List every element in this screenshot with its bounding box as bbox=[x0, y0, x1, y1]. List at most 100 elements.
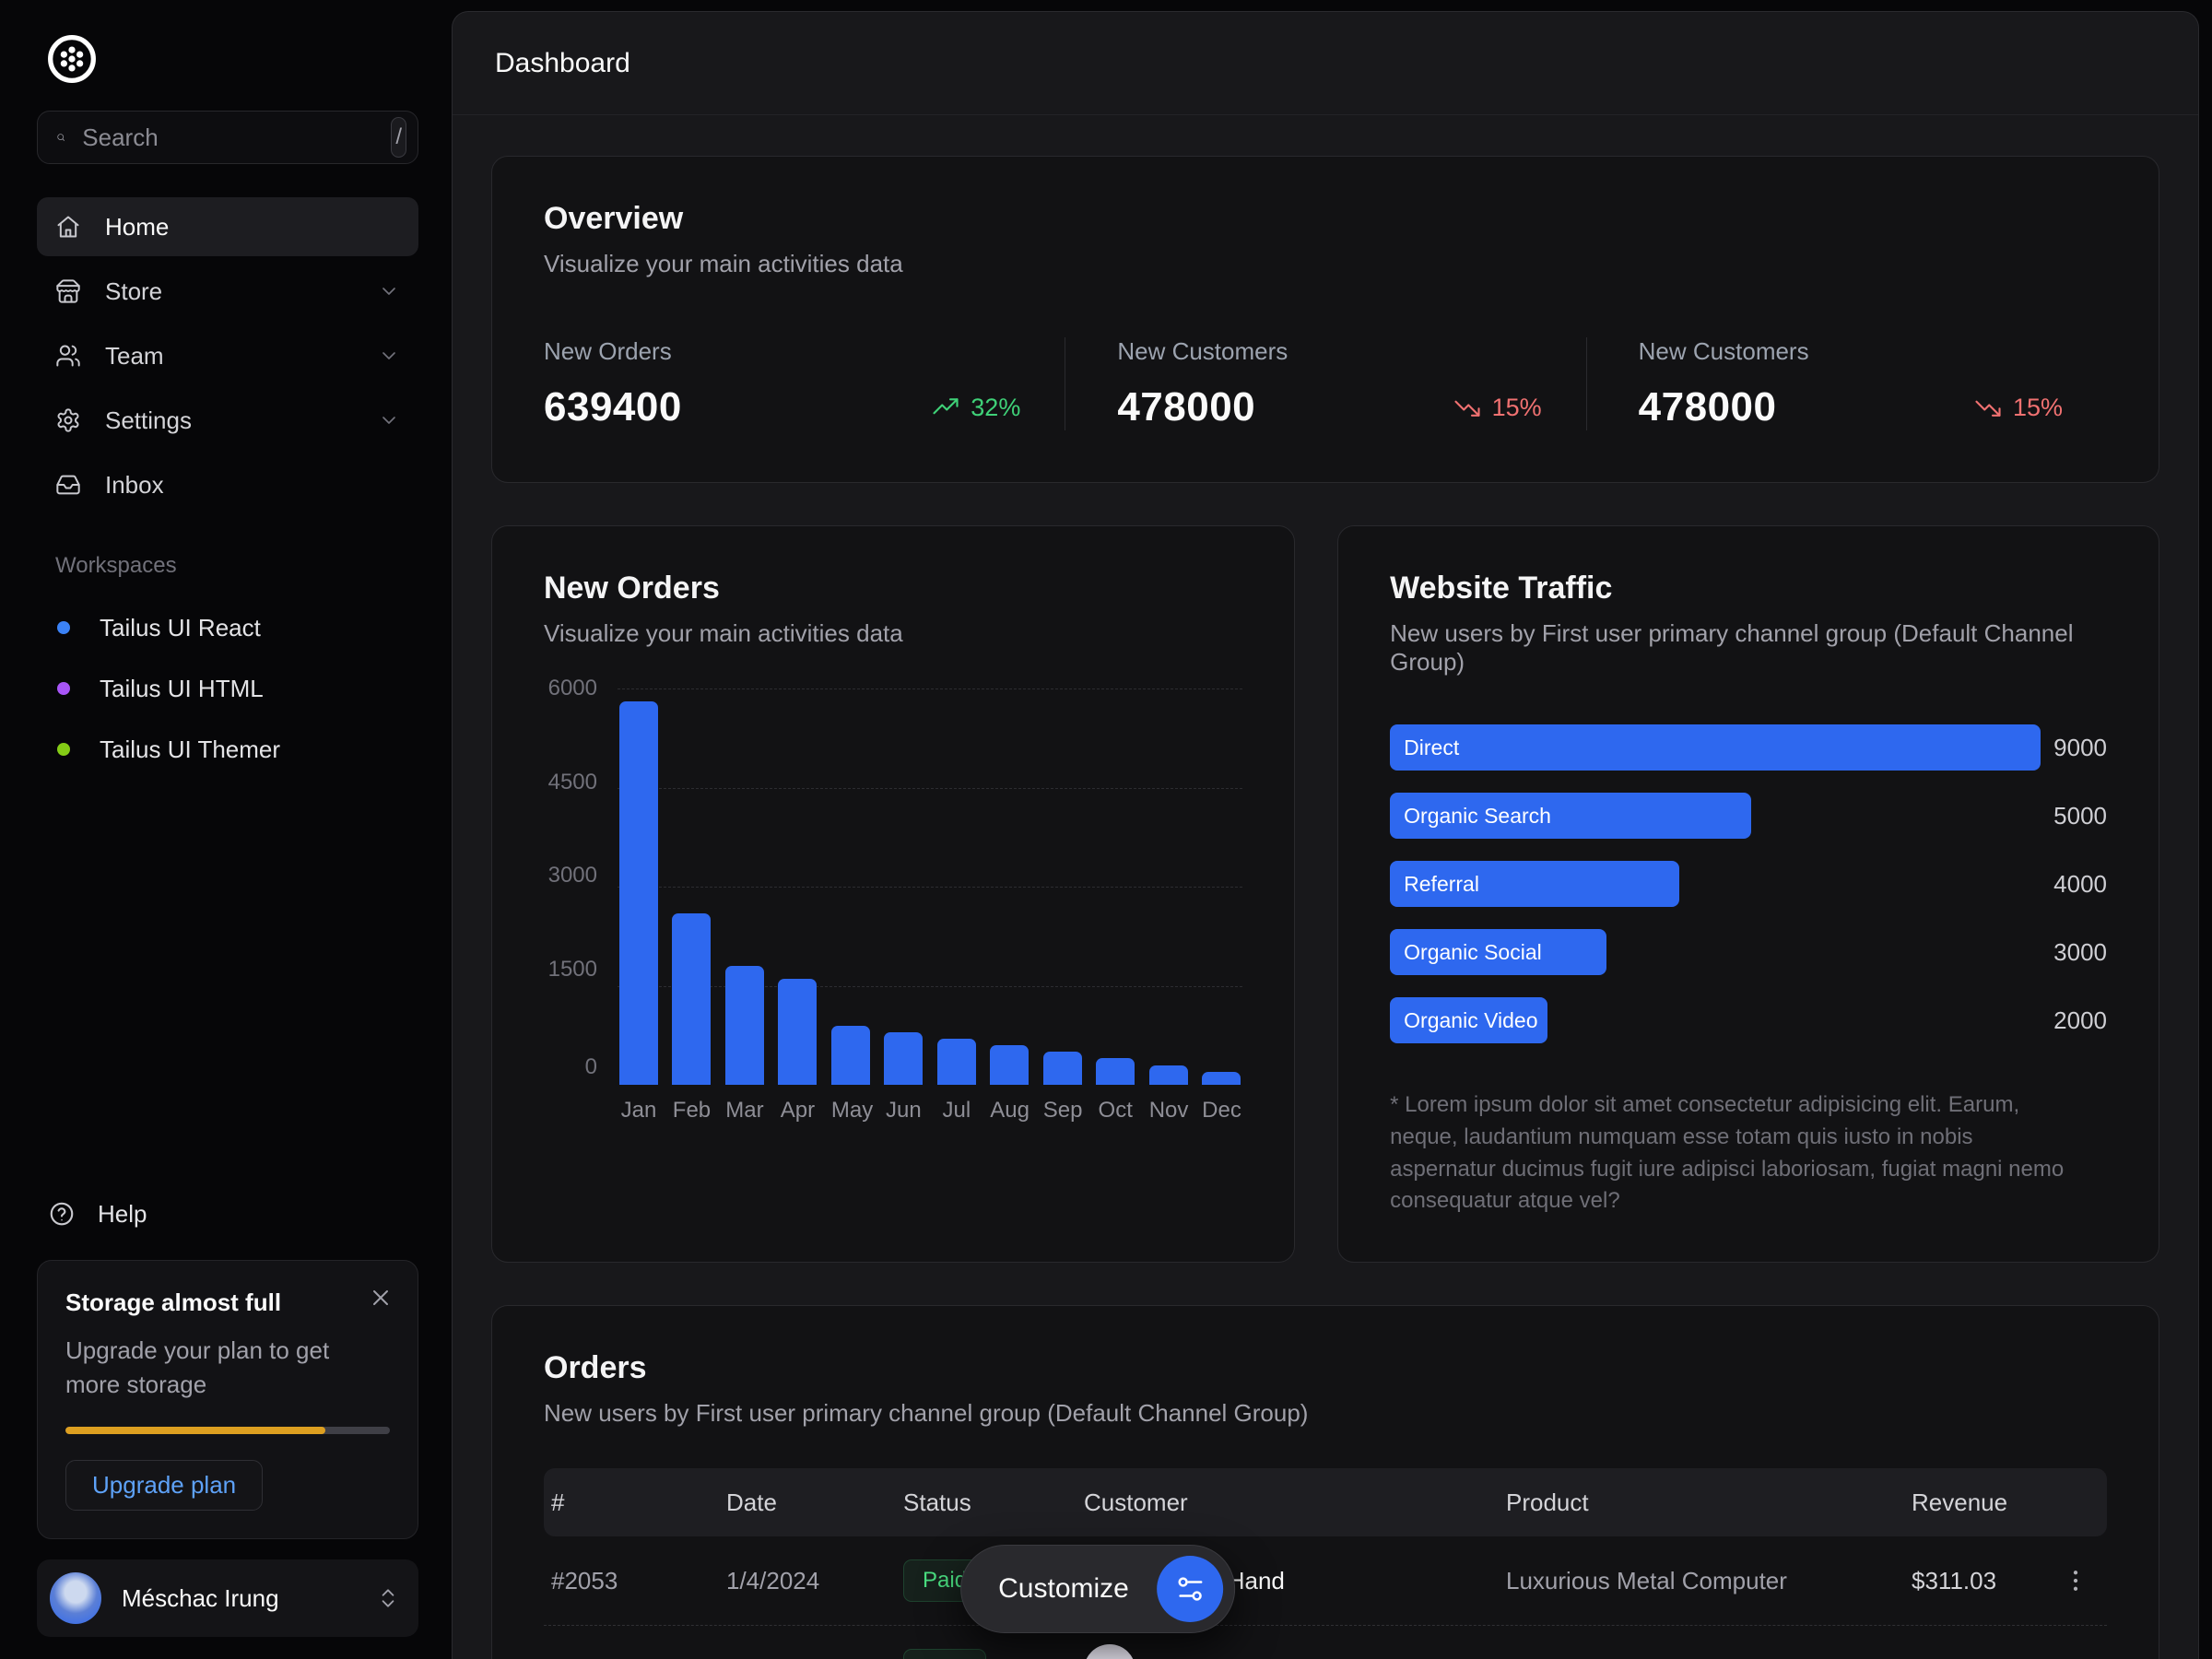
search-icon bbox=[56, 124, 65, 150]
search-field[interactable]: / bbox=[37, 111, 418, 164]
traffic-row-organic-video: Organic Video 2000 bbox=[1390, 997, 2107, 1043]
search-input[interactable] bbox=[82, 124, 391, 152]
storage-alert-body: Upgrade your plan to get more storage bbox=[65, 1334, 364, 1401]
trending-up-icon bbox=[932, 394, 959, 421]
upgrade-plan-button[interactable]: Upgrade plan bbox=[65, 1460, 263, 1511]
bar-aug bbox=[990, 1045, 1029, 1085]
product-name: Intelligent Plastic Hat bbox=[1506, 1655, 1912, 1659]
table-row: #2054 8/11/2023 Paid Lucia Jaskolski Int… bbox=[544, 1625, 2107, 1659]
sidebar: / Home Store Team Settings Inbox Workspa… bbox=[0, 0, 452, 1659]
close-icon[interactable] bbox=[368, 1285, 394, 1311]
traffic-label: Organic Social bbox=[1404, 940, 1551, 965]
sidebar-item-label: Home bbox=[105, 213, 169, 241]
overview-card: Overview Visualize your main activities … bbox=[491, 156, 2159, 483]
help-button[interactable]: Help bbox=[37, 1188, 418, 1240]
charts-row: New Orders Visualize your main activitie… bbox=[491, 525, 2159, 1263]
traffic-row-direct: Direct 9000 bbox=[1390, 724, 2107, 771]
bar-dec bbox=[1202, 1072, 1241, 1085]
app-logo[interactable] bbox=[46, 33, 98, 85]
sidebar-item-home[interactable]: Home bbox=[37, 197, 418, 256]
col-revenue: Revenue bbox=[1912, 1488, 2046, 1517]
col-customer: Customer bbox=[1084, 1488, 1506, 1517]
customize-label: Customize bbox=[998, 1573, 1129, 1605]
user-name: Méschac Irung bbox=[122, 1584, 279, 1613]
team-users-icon bbox=[55, 343, 81, 369]
chevron-down-icon bbox=[378, 345, 400, 367]
trend-value: 32% bbox=[971, 394, 1020, 422]
bar-nov bbox=[1149, 1065, 1188, 1086]
x-axis: Jan Feb Mar Apr May Jun Jul Aug Sep Oct … bbox=[618, 1098, 1242, 1124]
flower-ring-icon bbox=[46, 33, 98, 85]
monthly-bar-chart: 6000 4500 3000 1500 0 bbox=[544, 688, 1242, 1124]
stat-value: 478000 bbox=[1117, 384, 1255, 430]
stat-value: 478000 bbox=[1639, 384, 1777, 430]
store-icon bbox=[55, 278, 81, 304]
traffic-bar-organic-video: Organic Video bbox=[1390, 997, 1547, 1043]
trending-down-icon bbox=[1453, 394, 1481, 421]
traffic-label: Referral bbox=[1404, 872, 1488, 897]
x-tick: Aug bbox=[990, 1098, 1029, 1124]
sidebar-item-store[interactable]: Store bbox=[37, 262, 418, 321]
sidebar-item-label: Inbox bbox=[105, 471, 164, 500]
stat-new-customers-2: New Customers 478000 15% bbox=[1586, 337, 2107, 430]
stat-label: New Customers bbox=[1117, 337, 1541, 366]
traffic-label: Organic Video bbox=[1404, 1008, 1547, 1033]
row-menu-button[interactable] bbox=[2052, 1557, 2100, 1605]
avatar bbox=[50, 1572, 101, 1624]
trend-badge: 15% bbox=[1974, 394, 2063, 422]
traffic-label: Direct bbox=[1404, 735, 1468, 760]
sidebar-item-label: Team bbox=[105, 342, 164, 371]
bar-apr bbox=[778, 979, 817, 1085]
bar-feb bbox=[672, 913, 711, 1085]
workspace-dot-purple bbox=[57, 682, 70, 695]
revenue-value: $311.03 bbox=[1912, 1567, 2046, 1595]
y-axis: 6000 4500 3000 1500 0 bbox=[544, 688, 597, 1085]
user-menu[interactable]: Méschac Irung bbox=[37, 1559, 418, 1637]
workspace-item-tailus-ui-html[interactable]: Tailus UI HTML bbox=[37, 658, 418, 719]
storage-alert-title: Storage almost full bbox=[65, 1288, 390, 1317]
traffic-row-organic-social: Organic Social 3000 bbox=[1390, 929, 2107, 975]
overview-title: Overview bbox=[544, 201, 2107, 237]
stat-new-customers-1: New Customers 478000 15% bbox=[1065, 337, 1585, 430]
bar-mar bbox=[725, 966, 764, 1085]
sidebar-item-team[interactable]: Team bbox=[37, 326, 418, 385]
order-date: 1/4/2024 bbox=[726, 1567, 903, 1595]
sliders-icon bbox=[1157, 1556, 1223, 1622]
status-badge: Paid bbox=[903, 1649, 986, 1659]
order-id: #2053 bbox=[551, 1567, 726, 1595]
sidebar-item-settings[interactable]: Settings bbox=[37, 391, 418, 450]
y-tick: 6000 bbox=[544, 677, 597, 700]
bar-jan bbox=[619, 701, 658, 1085]
orders-title: Orders bbox=[544, 1350, 2107, 1386]
x-tick: Dec bbox=[1202, 1098, 1241, 1124]
row-menu-button[interactable] bbox=[2052, 1646, 2100, 1659]
sidebar-nav: Home Store Team Settings Inbox bbox=[37, 197, 418, 514]
website-traffic-card: Website Traffic New users by First user … bbox=[1337, 525, 2159, 1263]
order-id: #2054 bbox=[551, 1655, 726, 1659]
bar-may bbox=[831, 1026, 870, 1086]
overview-subtitle: Visualize your main activities data bbox=[544, 250, 2107, 278]
help-question-icon bbox=[48, 1200, 76, 1228]
sidebar-item-label: Store bbox=[105, 277, 162, 306]
workspace-dot-lime bbox=[57, 743, 70, 756]
sidebar-item-inbox[interactable]: Inbox bbox=[37, 455, 418, 514]
workspace-item-tailus-ui-react[interactable]: Tailus UI React bbox=[37, 597, 418, 658]
col-id: # bbox=[551, 1488, 726, 1517]
inbox-icon bbox=[55, 472, 81, 498]
customer-name: Lucia Jaskolski bbox=[1159, 1655, 1321, 1659]
plot-area: Jan Feb Mar Apr May Jun Jul Aug Sep Oct … bbox=[618, 688, 1242, 1124]
workspace-dot-blue bbox=[57, 621, 70, 634]
col-product: Product bbox=[1506, 1488, 1912, 1517]
traffic-value: 5000 bbox=[2053, 802, 2107, 830]
main-content: Overview Visualize your main activities … bbox=[453, 115, 2198, 1659]
workspace-label: Tailus UI Themer bbox=[100, 735, 280, 764]
traffic-bar-organic-search: Organic Search bbox=[1390, 793, 1751, 839]
y-tick: 0 bbox=[544, 1056, 597, 1078]
x-tick: Jun bbox=[884, 1098, 923, 1124]
revenue-value: $635.61 bbox=[1912, 1655, 2046, 1659]
workspaces-list: Tailus UI React Tailus UI HTML Tailus UI… bbox=[37, 597, 418, 780]
customize-button[interactable]: Customize bbox=[960, 1545, 1235, 1633]
workspace-item-tailus-ui-themer[interactable]: Tailus UI Themer bbox=[37, 719, 418, 780]
col-status: Status bbox=[903, 1488, 1084, 1517]
chart-title: New Orders bbox=[544, 571, 1242, 606]
